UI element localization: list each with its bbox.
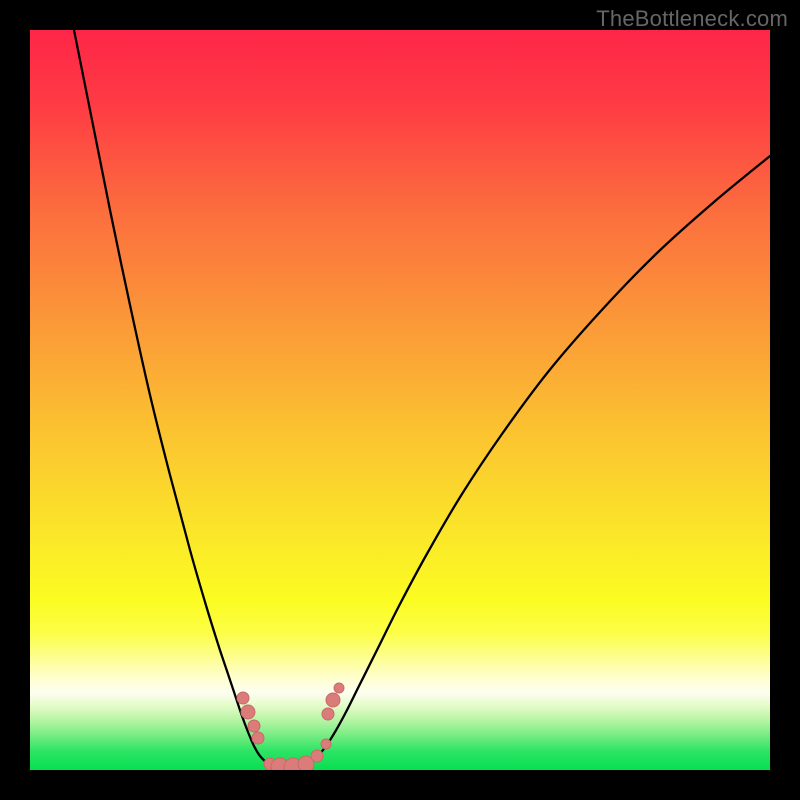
data-marker bbox=[321, 739, 331, 749]
data-marker bbox=[237, 692, 249, 704]
watermark-text: TheBottleneck.com bbox=[596, 6, 788, 32]
curves-layer bbox=[30, 30, 770, 770]
data-marker bbox=[248, 720, 260, 732]
data-markers bbox=[237, 683, 344, 770]
data-marker bbox=[311, 750, 323, 762]
data-marker bbox=[252, 732, 264, 744]
chart-frame: TheBottleneck.com bbox=[0, 0, 800, 800]
data-marker bbox=[241, 705, 255, 719]
curve-right bbox=[282, 156, 770, 769]
data-marker bbox=[326, 693, 340, 707]
data-marker bbox=[322, 708, 334, 720]
curve-left bbox=[74, 30, 282, 769]
plot-area bbox=[30, 30, 770, 770]
data-marker bbox=[334, 683, 344, 693]
